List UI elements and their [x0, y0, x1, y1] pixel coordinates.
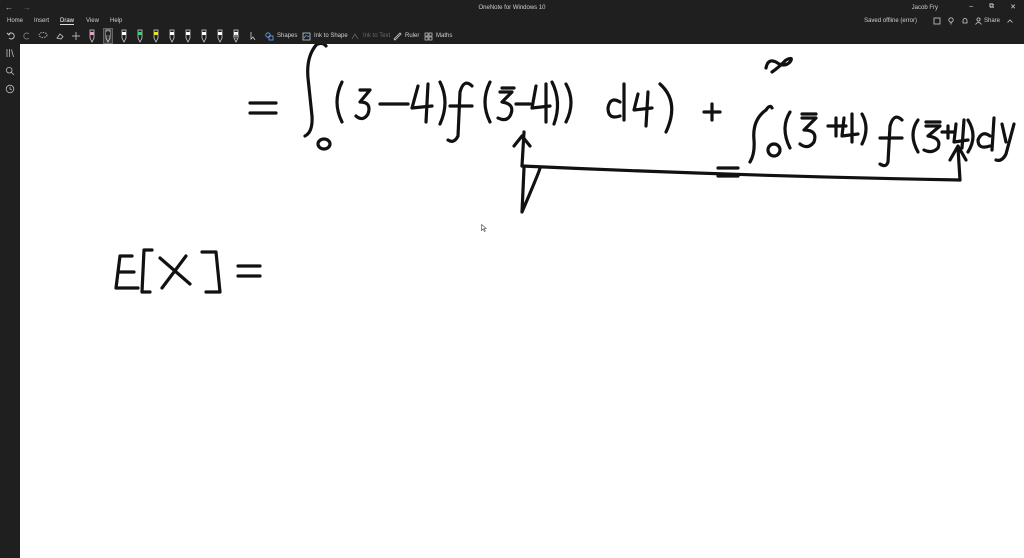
- tab-home[interactable]: Home: [7, 18, 23, 24]
- share-button[interactable]: Share: [975, 17, 1000, 25]
- undo-button[interactable]: [6, 30, 16, 42]
- maths-icon: [424, 32, 433, 40]
- pointer-cursor-icon: [481, 224, 487, 232]
- maths-label: Maths: [436, 33, 453, 39]
- redo-button[interactable]: [22, 30, 32, 42]
- chevron-up-icon[interactable]: [1006, 17, 1014, 25]
- insert-space-icon: [72, 32, 80, 40]
- pen-2-icon[interactable]: [103, 28, 113, 44]
- ink-equals-sign: [248, 101, 278, 115]
- notebooks-icon[interactable]: [5, 48, 15, 58]
- ribbon-tabs: Home Insert Draw View Help Saved offline…: [0, 16, 1024, 26]
- maximize-button[interactable]: ⧉: [989, 3, 994, 11]
- ink-expectation-label: [114, 248, 262, 294]
- notebook-icon[interactable]: [933, 17, 941, 25]
- pen-8-icon[interactable]: [200, 29, 208, 43]
- undo-icon: [6, 32, 15, 40]
- recent-notes-icon[interactable]: [5, 84, 15, 94]
- tab-view[interactable]: View: [86, 18, 99, 24]
- bell-icon[interactable]: [961, 17, 969, 25]
- pen-4-icon[interactable]: [136, 29, 144, 43]
- left-nav-rail: [0, 44, 20, 558]
- ink-integral-2: [748, 56, 1016, 168]
- ink-layer: [114, 44, 1016, 294]
- ink-integral-1: [303, 44, 674, 151]
- close-button[interactable]: ✕: [1010, 3, 1016, 11]
- shapes-label: Shapes: [277, 33, 298, 39]
- share-label: Share: [983, 18, 1000, 24]
- ink-to-text-label: Ink to Text: [363, 33, 391, 39]
- tab-insert[interactable]: Insert: [34, 18, 49, 24]
- note-canvas[interactable]: [20, 44, 1024, 558]
- app-title: OneNote for Windows 10: [478, 5, 546, 11]
- search-icon[interactable]: [5, 66, 15, 76]
- space-button[interactable]: [71, 30, 81, 42]
- shapes-icon: [265, 31, 274, 40]
- ruler-label: Ruler: [405, 33, 420, 39]
- shapes-button[interactable]: Shapes: [265, 30, 297, 42]
- ruler-icon: [393, 31, 402, 41]
- person-icon: [975, 17, 982, 25]
- pen-6-icon[interactable]: [168, 29, 176, 43]
- redo-icon: [23, 32, 30, 40]
- pen-1-icon[interactable]: [88, 29, 96, 43]
- tab-draw[interactable]: Draw: [60, 18, 75, 25]
- pen-5-icon[interactable]: [152, 29, 160, 43]
- lightbulb-icon[interactable]: [947, 17, 955, 25]
- pen-3-icon[interactable]: [120, 29, 128, 43]
- ink-arrow-connector: [512, 130, 968, 214]
- ruler-button[interactable]: Ruler: [393, 30, 419, 42]
- ink-to-text-button[interactable]: Ink to Text: [351, 30, 390, 42]
- draw-toolbar: Shapes Ink to Shape Ink to Text Ruler Ma…: [0, 28, 1024, 44]
- add-pen-icon: [233, 33, 239, 39]
- ink-plus-sign: [702, 102, 722, 122]
- ink-select-icon: [250, 32, 256, 41]
- add-pen-button[interactable]: [232, 30, 240, 42]
- header-actions: Share: [933, 17, 1014, 25]
- ink-to-text-icon: [351, 32, 359, 39]
- lasso-select-icon: [38, 32, 48, 38]
- ink-to-shape-icon: [302, 32, 311, 40]
- pen-9-icon[interactable]: [216, 29, 224, 43]
- ink-to-shape-button[interactable]: Ink to Shape: [302, 30, 348, 42]
- lasso-select-button[interactable]: [38, 30, 48, 42]
- sync-status[interactable]: Saved offline (error): [864, 18, 917, 24]
- pen-7-icon[interactable]: [184, 29, 192, 43]
- minimize-button[interactable]: –: [969, 3, 973, 11]
- ink-to-shape-label: Ink to Shape: [314, 33, 348, 39]
- eraser-icon: [56, 33, 64, 40]
- tab-help[interactable]: Help: [110, 18, 122, 24]
- eraser-button[interactable]: [55, 30, 65, 42]
- ink-select-button[interactable]: [249, 30, 258, 42]
- user-name[interactable]: Jacob Fry: [912, 5, 938, 11]
- maths-button[interactable]: Maths: [424, 30, 452, 42]
- title-bar: ← → OneNote for Windows 10 Jacob Fry – ⧉…: [0, 0, 1024, 16]
- window-controls: – ⧉ ✕: [969, 3, 1016, 11]
